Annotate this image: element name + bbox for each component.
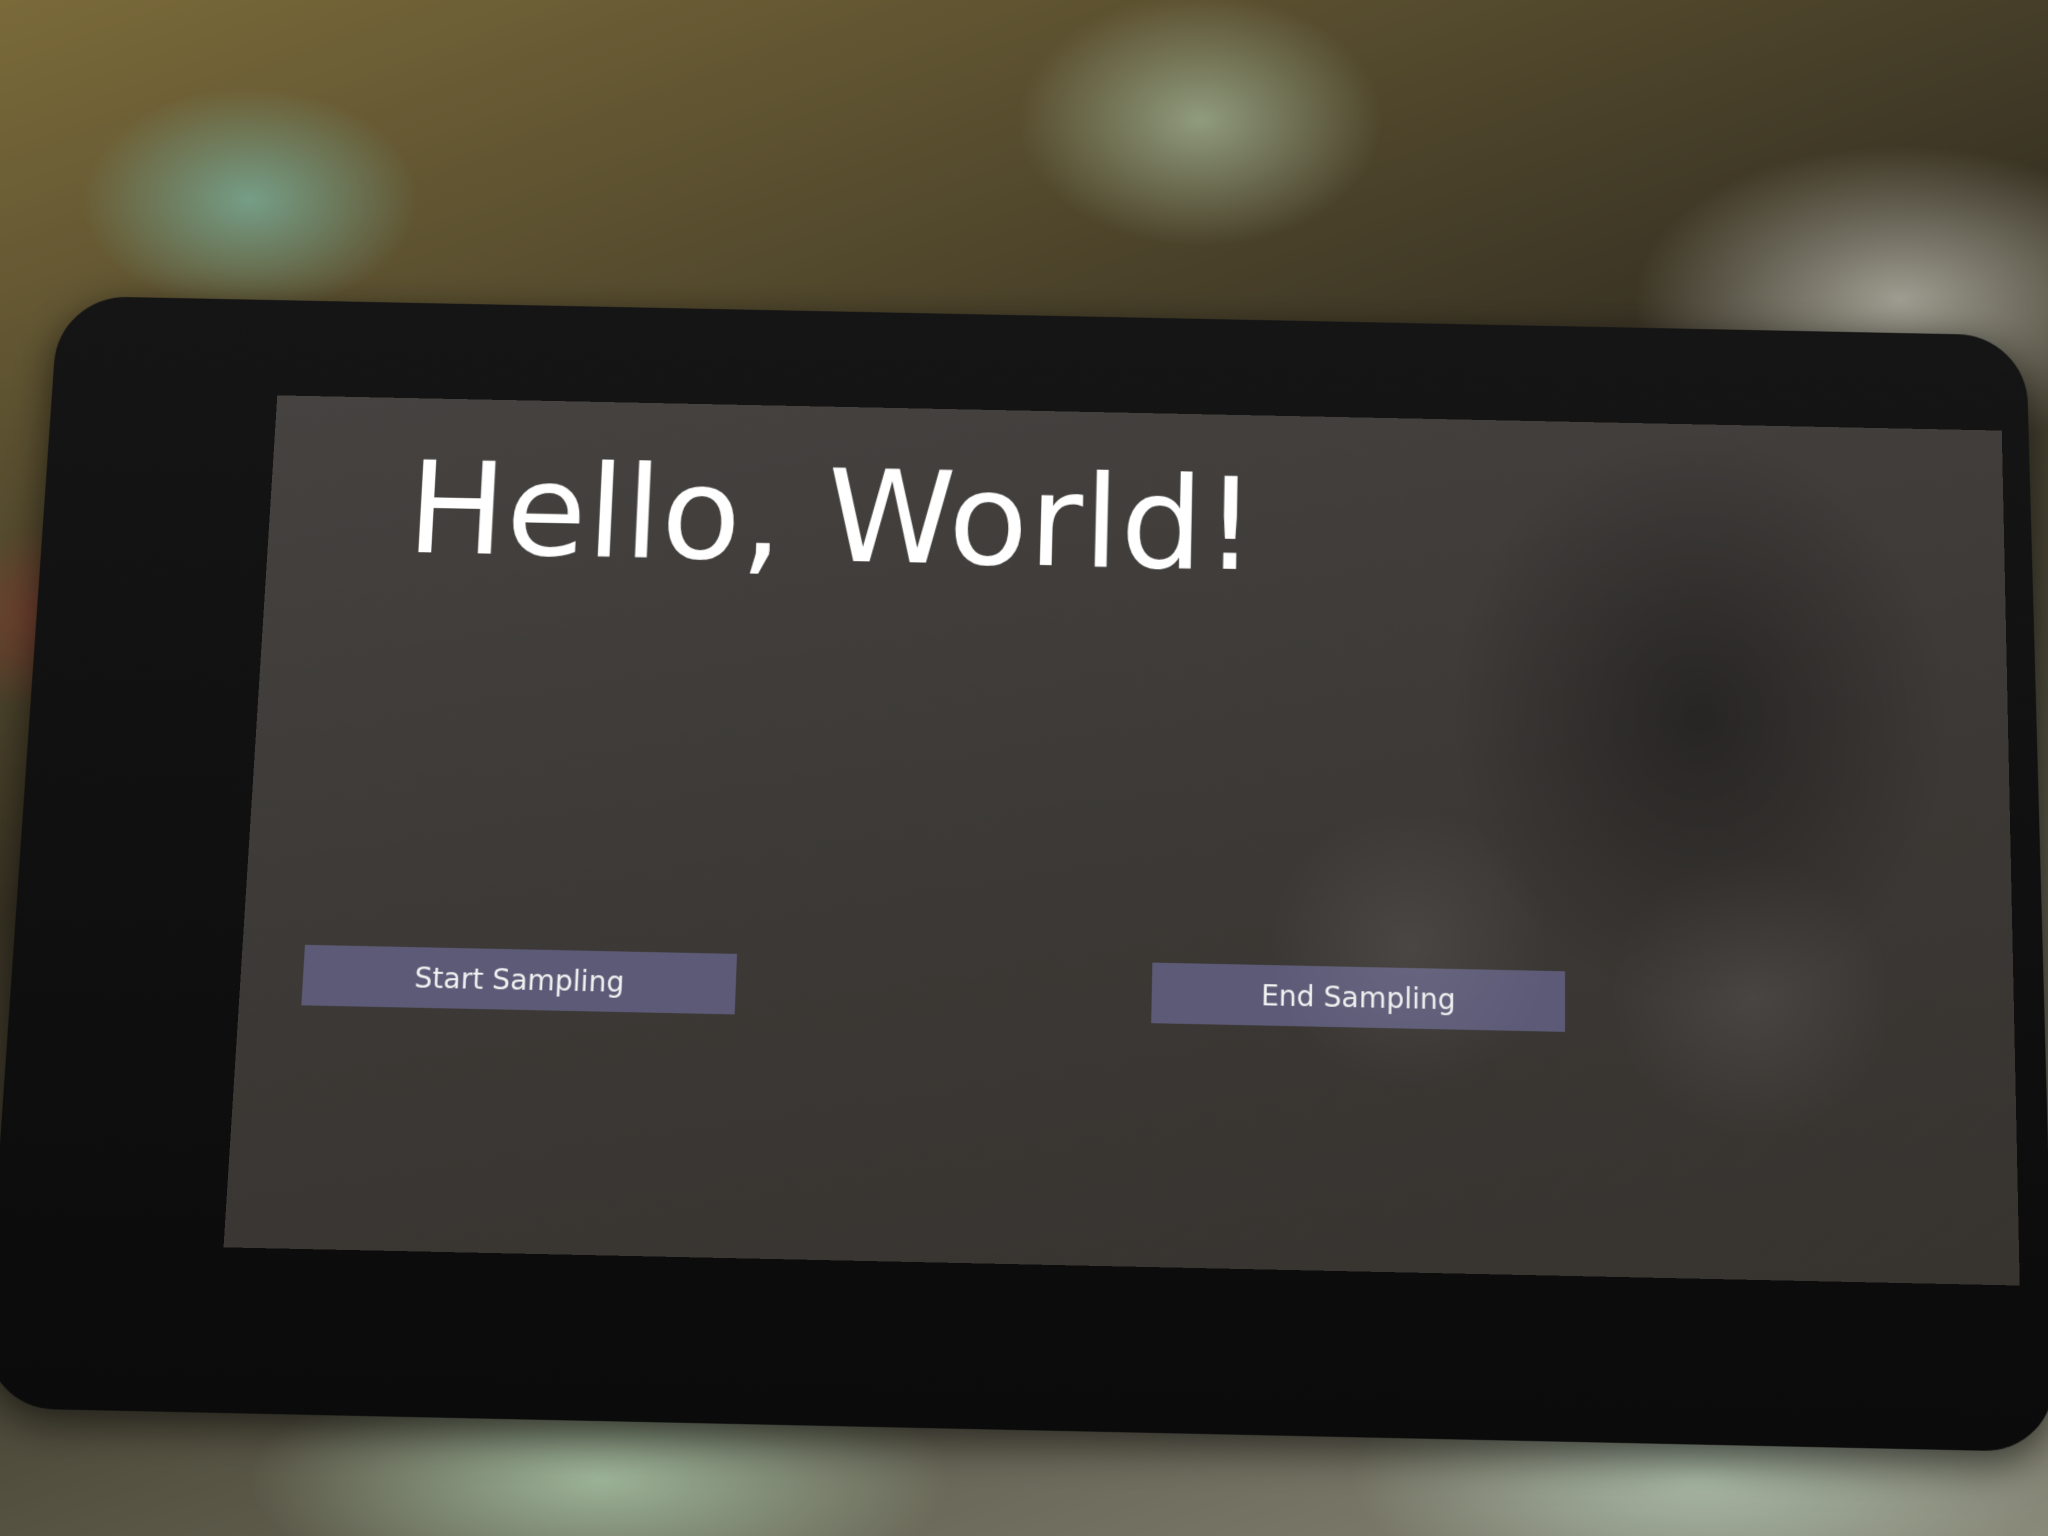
- touchscreen-display: Hello, World! Start Sampling End Samplin…: [223, 395, 2020, 1286]
- photo-scene: Hello, World! Start Sampling End Samplin…: [0, 0, 2048, 1536]
- end-sampling-button[interactable]: End Sampling: [1151, 962, 1566, 1032]
- start-sampling-button[interactable]: Start Sampling: [301, 944, 738, 1015]
- page-title: Hello, World!: [403, 434, 1259, 601]
